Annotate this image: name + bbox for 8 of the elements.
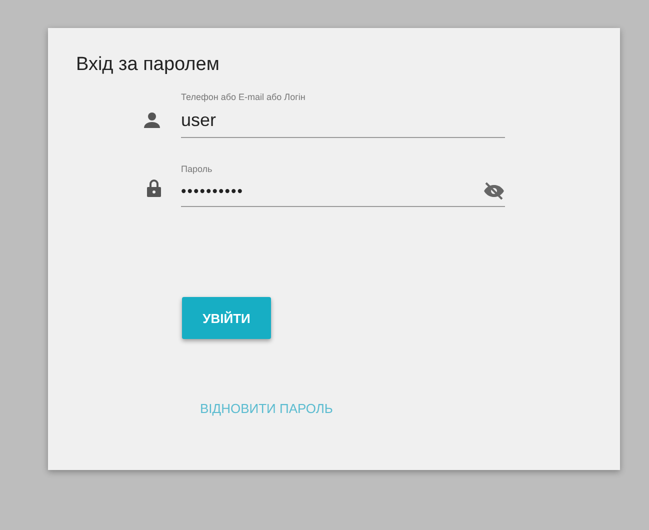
- field-label: Телефон або E-mail або Логін: [181, 92, 306, 102]
- eye-off-icon[interactable]: [483, 182, 505, 200]
- login-field[interactable]: user: [181, 110, 461, 131]
- password-field[interactable]: ••••••••••: [181, 182, 461, 200]
- person-icon: [143, 112, 161, 128]
- field-label: Пароль: [181, 164, 214, 174]
- lock-icon: [147, 179, 161, 197]
- card-title: Вхід за паролем: [76, 54, 220, 76]
